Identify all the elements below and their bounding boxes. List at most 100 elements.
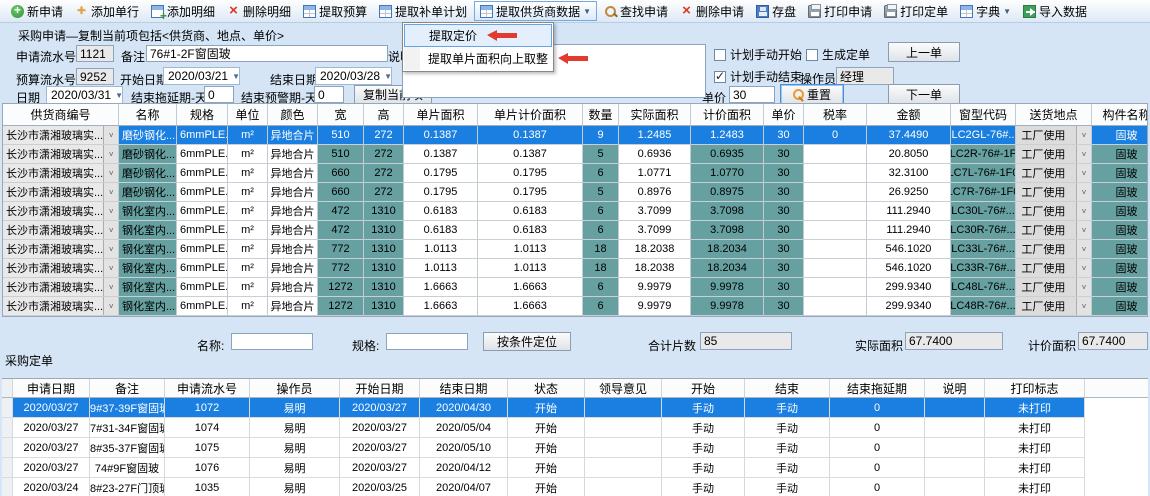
operator-input[interactable] bbox=[836, 67, 894, 85]
column-header[interactable]: 颜色 bbox=[268, 104, 318, 125]
table-row[interactable]: 2020/03/2488#23-27F门顶玻1035易明2020/03/2520… bbox=[2, 478, 1148, 496]
column-header[interactable]: 数量 bbox=[583, 104, 619, 125]
table-row[interactable]: 2020/03/2774#9F窗固玻1076易明2020/03/272020/0… bbox=[2, 458, 1148, 478]
table-row[interactable]: 长沙市潇湘玻璃实...˅磨砂钢化...6mmPLE...m²异地合片510272… bbox=[3, 145, 1147, 164]
toolbar-button-7[interactable]: 提取供货商数据▼ bbox=[474, 1, 597, 21]
column-header[interactable]: 窗型代码 bbox=[951, 104, 1016, 125]
manual-start-checkbox[interactable]: 计划手动开始 bbox=[714, 46, 802, 63]
column-header[interactable]: 税率 bbox=[804, 104, 867, 125]
table-row[interactable]: 长沙市潇湘玻璃实...˅钢化室内...6mmPLE...m²异地合片127213… bbox=[3, 278, 1147, 297]
column-header[interactable]: 单片面积 bbox=[404, 104, 478, 125]
column-header[interactable]: 状态 bbox=[508, 379, 585, 397]
start-date-select[interactable]: 2020/03/21▼ bbox=[163, 67, 240, 85]
cell-供货商编号[interactable]: 长沙市潇湘玻璃实...˅ bbox=[3, 164, 119, 183]
column-header[interactable]: 打印标志 bbox=[985, 379, 1085, 397]
cell-送货地点[interactable]: 工厂使用˅ bbox=[1016, 145, 1092, 164]
column-header[interactable]: 名称 bbox=[119, 104, 177, 125]
cell-送货地点[interactable]: 工厂使用˅ bbox=[1016, 221, 1092, 240]
budget-input[interactable] bbox=[76, 68, 114, 85]
chevron-down-icon[interactable]: ˅ bbox=[1076, 221, 1091, 239]
column-header[interactable]: 单片计价面积 bbox=[478, 104, 583, 125]
date-select[interactable]: 2020/03/31▼ bbox=[46, 86, 123, 104]
row-selector-gutter[interactable] bbox=[2, 478, 13, 496]
column-header[interactable]: 申请日期 bbox=[13, 379, 90, 397]
remark-input[interactable] bbox=[146, 45, 388, 62]
locate-by-condition-button[interactable]: 按条件定位 bbox=[483, 332, 571, 351]
column-header[interactable]: 结束 bbox=[745, 379, 830, 397]
cell-送货地点[interactable]: 工厂使用˅ bbox=[1016, 297, 1092, 316]
table-row[interactable]: 2020/03/2787#31-34F窗固玻1074易明2020/03/2720… bbox=[2, 418, 1148, 438]
toolbar-button-11[interactable]: 打印申请 bbox=[803, 1, 877, 21]
chevron-down-icon[interactable]: ˅ bbox=[1076, 183, 1091, 201]
cell-供货商编号[interactable]: 长沙市潇湘玻璃实...˅ bbox=[3, 221, 119, 240]
toolbar-button-12[interactable]: 打印定单 bbox=[879, 1, 953, 21]
cell-供货商编号[interactable]: 长沙市潇湘玻璃实...˅ bbox=[3, 183, 119, 202]
toolbar-button-3[interactable]: 添加明细 bbox=[146, 1, 220, 21]
chevron-down-icon[interactable]: ˅ bbox=[103, 297, 118, 315]
chevron-down-icon[interactable]: ˅ bbox=[103, 240, 118, 258]
table-row[interactable]: 长沙市潇湘玻璃实...˅钢化室内...6mmPLE...m²异地合片772131… bbox=[3, 240, 1147, 259]
cell-送货地点[interactable]: 工厂使用˅ bbox=[1016, 202, 1092, 221]
cell-供货商编号[interactable]: 长沙市潇湘玻璃实...˅ bbox=[3, 259, 119, 278]
column-header[interactable]: 结束拖延期 bbox=[830, 379, 925, 397]
column-header[interactable]: 高 bbox=[364, 104, 404, 125]
column-header[interactable]: 构件名称 bbox=[1092, 104, 1148, 125]
chevron-down-icon[interactable]: ˅ bbox=[1076, 240, 1091, 258]
toolbar-button-2[interactable]: 添加单行 bbox=[70, 1, 144, 21]
toolbar-button-4[interactable]: 删除明细 bbox=[222, 1, 296, 21]
cell-供货商编号[interactable]: 长沙市潇湘玻璃实...˅ bbox=[3, 202, 119, 221]
generate-order-checkbox[interactable]: 生成定单 bbox=[806, 46, 870, 63]
reset-button[interactable]: 重置 bbox=[780, 84, 844, 105]
cell-送货地点[interactable]: 工厂使用˅ bbox=[1016, 164, 1092, 183]
column-header[interactable]: 单价 bbox=[764, 104, 804, 125]
menu-item-1[interactable]: 提取定价 bbox=[404, 24, 552, 47]
column-header[interactable]: 金额 bbox=[867, 104, 951, 125]
column-header[interactable]: 开始 bbox=[662, 379, 745, 397]
delay-input[interactable] bbox=[204, 86, 234, 103]
row-selector-gutter[interactable] bbox=[2, 418, 13, 438]
chevron-down-icon[interactable]: ˅ bbox=[103, 183, 118, 201]
table-row[interactable]: 长沙市潇湘玻璃实...˅钢化室内...6mmPLE...m²异地合片772131… bbox=[3, 259, 1147, 278]
next-order-button[interactable]: 下一单 bbox=[888, 84, 960, 104]
cell-送货地点[interactable]: 工厂使用˅ bbox=[1016, 278, 1092, 297]
row-selector-gutter[interactable] bbox=[2, 438, 13, 458]
chevron-down-icon[interactable]: ˅ bbox=[1076, 164, 1091, 182]
cell-供货商编号[interactable]: 长沙市潇湘玻璃实...˅ bbox=[3, 278, 119, 297]
toolbar-button-1[interactable]: 新申请 bbox=[6, 1, 68, 21]
column-header[interactable]: 规格 bbox=[177, 104, 228, 125]
toolbar-button-6[interactable]: 提取补单计划 bbox=[374, 1, 472, 21]
toolbar-button-14[interactable]: 导入数据 bbox=[1018, 1, 1092, 21]
cell-供货商编号[interactable]: 长沙市潇湘玻璃实...˅ bbox=[3, 297, 119, 316]
column-header[interactable]: 备注 bbox=[90, 379, 165, 397]
cell-送货地点[interactable]: 工厂使用˅ bbox=[1016, 259, 1092, 278]
column-header[interactable]: 实际面积 bbox=[619, 104, 691, 125]
table-row[interactable]: 长沙市潇湘玻璃实...˅磨砂钢化...6mmPLE...m²异地合片510272… bbox=[3, 126, 1147, 145]
table-row[interactable]: 长沙市潇湘玻璃实...˅磨砂钢化...6mmPLE...m²异地合片660272… bbox=[3, 183, 1147, 202]
chevron-down-icon[interactable]: ˅ bbox=[103, 221, 118, 239]
cell-供货商编号[interactable]: 长沙市潇湘玻璃实...˅ bbox=[3, 126, 119, 145]
end-date-select[interactable]: 2020/03/28▼ bbox=[315, 67, 392, 85]
filter-name-input[interactable] bbox=[231, 333, 313, 350]
chevron-down-icon[interactable]: ˅ bbox=[1076, 202, 1091, 220]
toolbar-button-5[interactable]: 提取预算 bbox=[298, 1, 372, 21]
column-header[interactable]: 送货地点 bbox=[1016, 104, 1092, 125]
column-header[interactable]: 供货商编号 bbox=[3, 104, 119, 125]
table-row[interactable]: 2020/03/2788#35-37F窗固玻1075易明2020/03/2720… bbox=[2, 438, 1148, 458]
toolbar-button-8[interactable]: 查找申请 bbox=[599, 1, 673, 21]
column-header[interactable]: 领导意见 bbox=[585, 379, 662, 397]
cell-供货商编号[interactable]: 长沙市潇湘玻璃实...˅ bbox=[3, 240, 119, 259]
chevron-down-icon[interactable]: ˅ bbox=[103, 145, 118, 163]
column-header[interactable]: 操作员 bbox=[250, 379, 340, 397]
column-header[interactable]: 结束日期 bbox=[420, 379, 508, 397]
warn-input[interactable] bbox=[314, 86, 344, 103]
chevron-down-icon[interactable]: ˅ bbox=[1076, 297, 1091, 315]
cell-送货地点[interactable]: 工厂使用˅ bbox=[1016, 240, 1092, 259]
chevron-down-icon[interactable]: ˅ bbox=[1076, 145, 1091, 163]
chevron-down-icon[interactable]: ˅ bbox=[1076, 126, 1091, 144]
filter-spec-input[interactable] bbox=[386, 333, 468, 350]
column-header[interactable]: 申请流水号 bbox=[165, 379, 250, 397]
toolbar-button-10[interactable]: 存盘 bbox=[751, 1, 801, 21]
table-row[interactable]: 长沙市潇湘玻璃实...˅钢化室内...6mmPLE...m²异地合片472131… bbox=[3, 202, 1147, 221]
chevron-down-icon[interactable]: ˅ bbox=[103, 202, 118, 220]
column-header[interactable]: 计价面积 bbox=[691, 104, 764, 125]
